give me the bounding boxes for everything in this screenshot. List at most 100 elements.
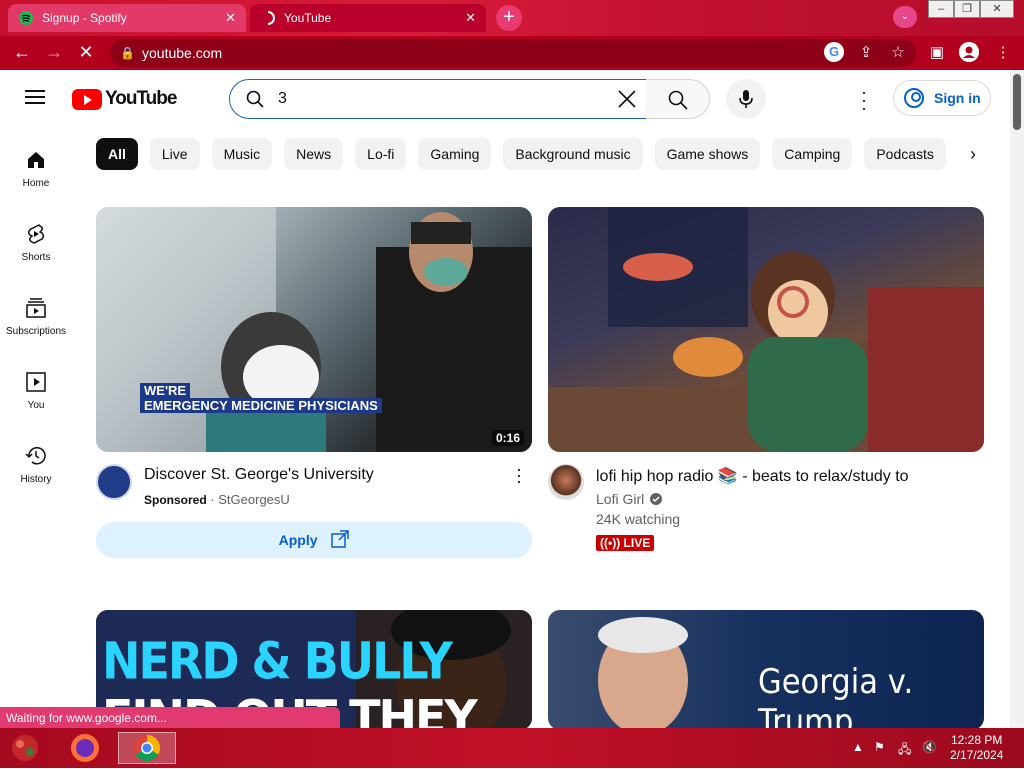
chrome-icon [134, 734, 161, 762]
clock-date: 2/17/2024 [950, 748, 1004, 762]
clear-search-icon[interactable] [614, 86, 640, 112]
viewer-count: 24K watching [596, 511, 681, 527]
sidebar-item-history[interactable]: History [0, 444, 72, 485]
close-tab-icon[interactable]: ✕ [465, 10, 476, 26]
thumbnail-illustration [96, 207, 532, 452]
hamburger-menu-icon[interactable] [25, 90, 45, 104]
maximize-button[interactable]: ❐ [954, 0, 980, 18]
thumbnail-illustration [548, 207, 984, 452]
apply-button[interactable]: Apply [96, 522, 532, 558]
bookmark-star-icon[interactable]: ☆ [888, 43, 908, 61]
meta-separator: · [210, 492, 215, 507]
scrollbar-thumb[interactable] [1013, 74, 1021, 130]
video-menu-icon[interactable]: · · · [516, 460, 522, 490]
live-icon: ((•)) [600, 536, 621, 550]
video-title[interactable]: lofi hip hop radio 📚 - beats to relax/st… [596, 466, 909, 486]
volume-muted-icon[interactable]: 🔇 [922, 740, 937, 754]
thumbnail-text: WE'RE [140, 383, 191, 398]
search-input[interactable] [278, 88, 598, 110]
thumbnail-text: EMERGENCY MEDICINE PHYSICIANS [140, 398, 382, 413]
sidebar-item-subscriptions[interactable]: Subscriptions [0, 296, 72, 337]
loading-spinner-icon [260, 10, 276, 26]
video-thumbnail[interactable]: WE'RE EMERGENCY MEDICINE PHYSICIANS 0:16 [96, 207, 532, 452]
side-panel-icon[interactable]: ▣ [927, 43, 947, 61]
action-center-flag-icon[interactable]: ⚑ [874, 740, 885, 754]
chip-lofi[interactable]: Lo-fi [355, 138, 407, 170]
stop-loading-icon[interactable]: ✕ [74, 42, 98, 63]
apply-label: Apply [278, 532, 318, 548]
address-text: youtube.com [142, 45, 223, 61]
new-tab-button[interactable]: + [496, 5, 522, 31]
sidebar-item-label: Shorts [21, 252, 51, 263]
browser-status-bar: Waiting for www.google.com... [0, 707, 340, 729]
start-button-icon[interactable] [8, 732, 42, 764]
history-icon [24, 444, 48, 468]
windows-taskbar: ▲ ⚑ 🖧 🔇 12:28 PM 2/17/2024 [0, 728, 1024, 768]
chip-camping[interactable]: Camping [772, 138, 853, 170]
chip-background-music[interactable]: Background music [503, 138, 643, 170]
share-icon[interactable]: ⇪ [856, 43, 876, 61]
address-bar[interactable]: 🔒 youtube.com [110, 39, 916, 67]
user-icon [904, 88, 924, 108]
system-clock[interactable]: 12:28 PM 2/17/2024 [950, 733, 1003, 763]
channel-avatar[interactable] [548, 464, 584, 500]
sign-in-label: Sign in [934, 90, 981, 106]
google-icon[interactable]: G [824, 42, 844, 62]
network-icon[interactable]: 🖧 [898, 740, 911, 761]
tab-spotify[interactable]: Signup - Spotify ✕ [8, 4, 246, 32]
lock-icon: 🔒 [120, 46, 135, 60]
home-icon [24, 148, 48, 172]
youtube-page: YouTube ··· Sign in Home Shorts Subscrip… [0, 70, 1024, 728]
tab-title: YouTube [284, 11, 332, 25]
search-icon [246, 90, 264, 108]
browser-menu-icon[interactable]: ⋮ [993, 43, 1013, 61]
chip-live[interactable]: Live [149, 138, 200, 170]
sidebar-item-label: Subscriptions [5, 326, 67, 337]
video-thumbnail[interactable] [548, 207, 984, 452]
forward-icon[interactable]: → [42, 42, 66, 63]
tab-search-icon[interactable]: ⌄ [893, 6, 917, 28]
back-icon[interactable]: ← [10, 42, 34, 63]
sidebar-item-shorts[interactable]: Shorts [0, 222, 72, 263]
chip-podcasts[interactable]: Podcasts [864, 138, 946, 170]
sidebar-item-home[interactable]: Home [0, 148, 72, 189]
chip-news[interactable]: News [284, 138, 344, 170]
video-thumbnail[interactable]: Georgia v. Trump [548, 610, 984, 728]
youtube-logo[interactable]: YouTube [72, 88, 177, 110]
tray-overflow-icon[interactable]: ▲ [852, 740, 864, 754]
thumbnail-illustration [598, 617, 688, 728]
live-label: LIVE [623, 536, 651, 550]
sidebar-item-you[interactable]: You [0, 370, 72, 411]
chip-all[interactable]: All [96, 138, 138, 170]
channel-name[interactable]: StGeorgesU [218, 492, 290, 507]
channel-avatar[interactable] [96, 464, 132, 500]
external-link-icon [331, 530, 350, 548]
search-button[interactable] [646, 79, 710, 119]
browser-tab-strip: Signup - Spotify ✕ YouTube ✕ + ⌄ – ❐ ✕ [0, 0, 1024, 36]
firefox-icon[interactable] [68, 732, 102, 764]
video-duration: 0:16 [491, 430, 524, 446]
tab-title: Signup - Spotify [42, 11, 127, 25]
close-window-button[interactable]: ✕ [980, 0, 1014, 18]
profile-avatar-icon[interactable] [959, 42, 979, 62]
video-title[interactable]: Discover St. George's University [144, 466, 374, 484]
settings-menu-icon[interactable]: · · · [856, 83, 872, 117]
clock-time: 12:28 PM [951, 733, 1003, 747]
tab-youtube[interactable]: YouTube ✕ [250, 4, 486, 32]
page-scrollbar[interactable] [1010, 70, 1024, 728]
browser-toolbar: ← → ✕ 🔒 youtube.com G ⇪ ☆ ▣ ⋮ [0, 36, 1024, 70]
filter-chips: All Live Music News Lo-fi Gaming Backgro… [96, 138, 966, 170]
channel-name[interactable]: Lofi Girl [596, 491, 644, 507]
chip-gaming[interactable]: Gaming [418, 138, 492, 170]
chip-music[interactable]: Music [211, 138, 273, 170]
chevron-right-icon[interactable]: › [970, 144, 976, 165]
minimize-button[interactable]: – [928, 0, 954, 18]
sign-in-button[interactable]: Sign in [893, 80, 991, 116]
chip-game-shows[interactable]: Game shows [654, 138, 761, 170]
sidebar-item-label: History [20, 474, 52, 485]
logo-text: YouTube [105, 88, 177, 109]
microphone-icon [739, 90, 753, 108]
voice-search-button[interactable] [726, 79, 766, 119]
chrome-taskbar-button[interactable] [118, 732, 176, 764]
close-tab-icon[interactable]: ✕ [225, 10, 236, 26]
